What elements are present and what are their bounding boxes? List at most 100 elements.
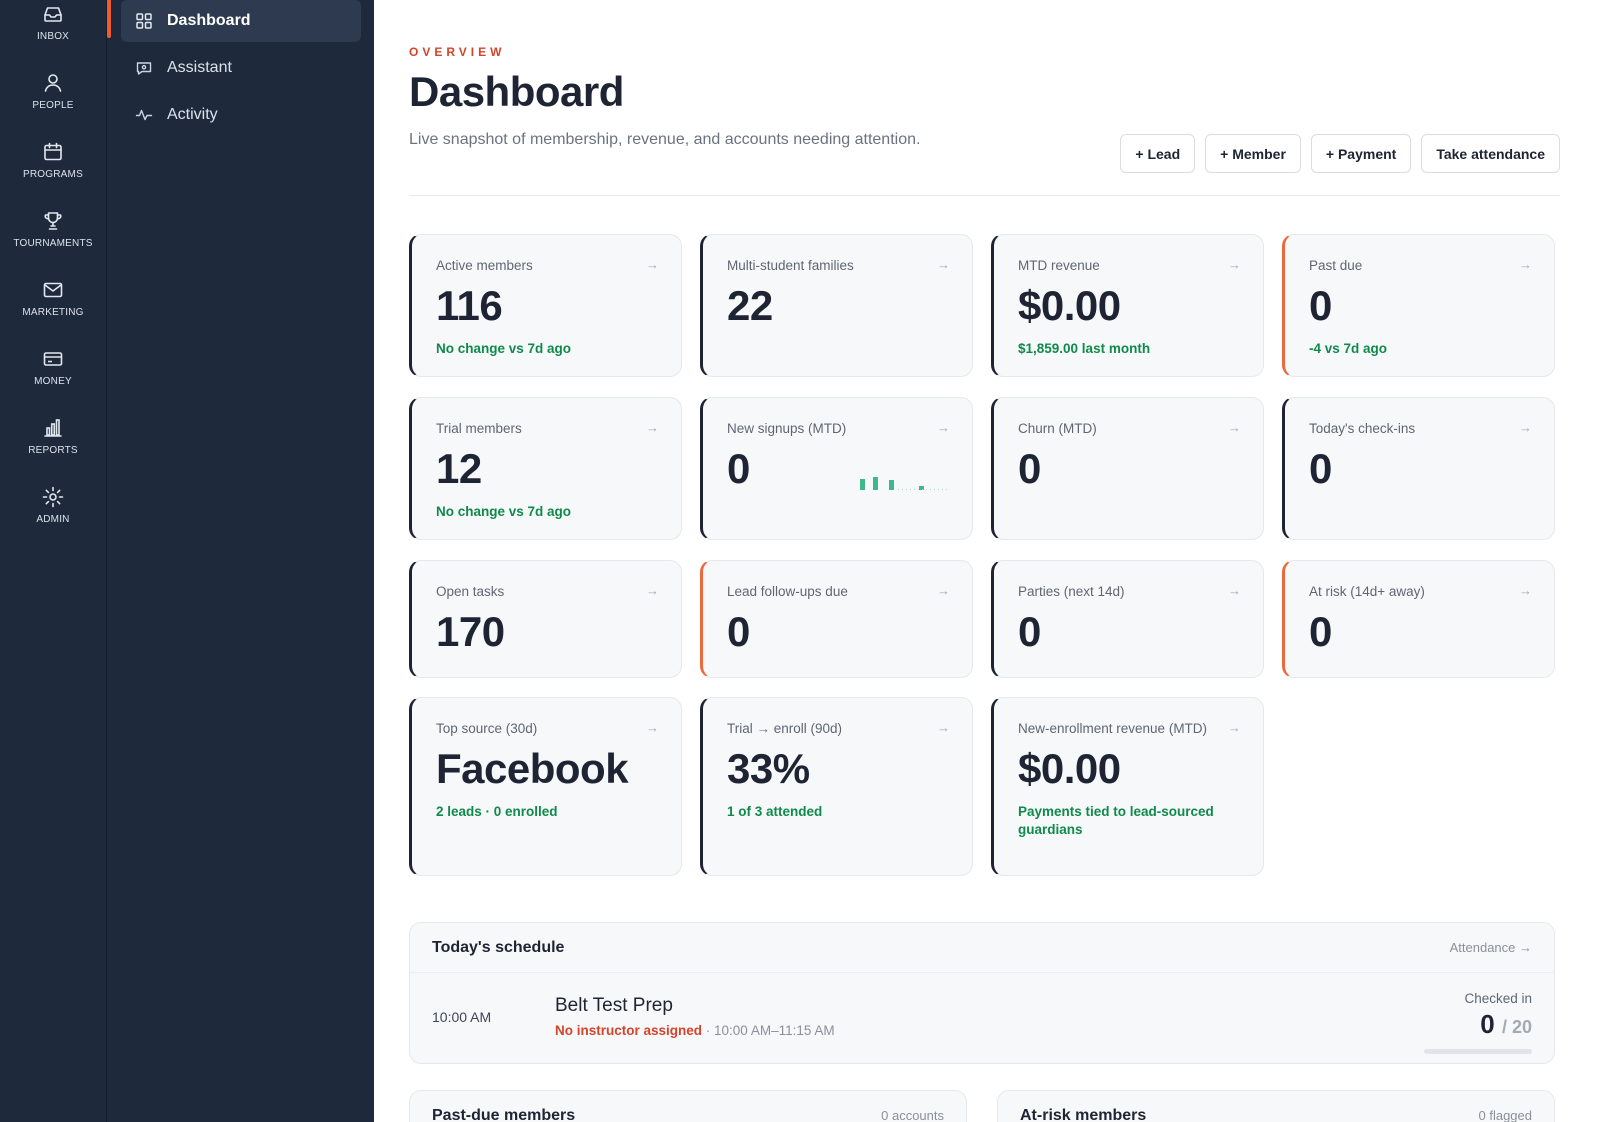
credit-card-icon	[43, 351, 63, 366]
stat-card-multi-student-families[interactable]: Multi-student families → 22	[700, 234, 973, 377]
stat-label: Churn (MTD)	[1018, 421, 1097, 436]
add-payment-button[interactable]: + Payment	[1310, 134, 1412, 173]
arrow-right-icon: →	[1228, 257, 1241, 272]
quick-actions: + Lead + Member + Payment Take attendanc…	[1120, 134, 1560, 173]
rail-item-programs[interactable]: PROGRAMS	[0, 125, 106, 194]
stat-label: Trial → enroll (90d)	[727, 721, 843, 736]
stat-card-top-source[interactable]: Top source (30d) → Facebook 2 leads · 0 …	[409, 697, 682, 876]
stat-value: Facebook	[436, 745, 629, 792]
checked-in-label: Checked in	[1464, 991, 1532, 1006]
stat-card-trial-enroll[interactable]: Trial → enroll (90d) → 33% 1 of 3 attend…	[700, 697, 973, 876]
panel-header: Past-due members 0 accounts	[410, 1091, 966, 1122]
arrow-right-icon: →	[646, 583, 659, 598]
checked-in-count: 0 / 20	[1480, 1009, 1532, 1040]
header-divider	[409, 195, 1560, 196]
rail-label: ADMIN	[36, 513, 70, 525]
stat-card-active-members[interactable]: Active members → 116 No change vs 7d ago	[409, 234, 682, 377]
stat-card-at-risk[interactable]: At risk (14d+ away) → 0	[1282, 560, 1555, 678]
rail-label: TOURNAMENTS	[13, 237, 93, 249]
todays-schedule-panel: Today's schedule Attendance → 10:00 AM B…	[409, 922, 1555, 1064]
arrow-right-icon: →	[646, 257, 659, 272]
checked-in-progress	[1424, 1049, 1532, 1054]
stat-value: 116	[436, 282, 503, 329]
rail-item-marketing[interactable]: MARKETING	[0, 263, 106, 332]
stat-card-lead-follow-ups[interactable]: Lead follow-ups due → 0	[700, 560, 973, 678]
arrow-right-icon: →	[646, 720, 659, 735]
app-root: INBOX PEOPLE PROGRAMS TOURNAMENTS MARKET…	[0, 0, 1600, 1122]
arrow-right-icon: →	[1228, 420, 1241, 435]
arrow-right-icon: →	[1519, 583, 1532, 598]
attendance-link[interactable]: Attendance →	[1450, 940, 1532, 955]
pulse-icon	[135, 109, 153, 121]
nav-item-assistant[interactable]: Assistant	[121, 47, 361, 89]
bar-chart-icon	[44, 418, 62, 437]
rail-label: MARKETING	[22, 306, 84, 318]
nav-item-dashboard[interactable]: Dashboard	[121, 0, 361, 42]
grid-icon	[136, 13, 152, 29]
stat-value: $0.00	[1018, 745, 1121, 792]
stat-note: No change vs 7d ago	[436, 341, 572, 356]
stat-card-trial-members[interactable]: Trial members → 12 No change vs 7d ago	[409, 397, 682, 540]
rail-item-tournaments[interactable]: TOURNAMENTS	[0, 194, 106, 263]
icon-rail: INBOX PEOPLE PROGRAMS TOURNAMENTS MARKET…	[0, 0, 107, 1122]
checked-in-total: / 20	[1501, 1017, 1532, 1037]
stat-label: New-enrollment revenue (MTD)	[1018, 721, 1208, 736]
stat-label: Top source (30d)	[436, 721, 538, 736]
checked-in-value: 0	[1480, 1009, 1495, 1039]
stat-card-new-enrollment-revenue[interactable]: New-enrollment revenue (MTD) → $0.00 Pay…	[991, 697, 1264, 876]
rail-item-admin[interactable]: ADMIN	[0, 470, 106, 539]
add-lead-button[interactable]: + Lead	[1120, 134, 1196, 173]
class-meta: No instructor assigned · 10:00 AM–11:15 …	[555, 1023, 835, 1038]
stat-label: MTD revenue	[1018, 258, 1100, 273]
eyebrow: OVERVIEW	[409, 45, 506, 59]
arrow-right-icon: →	[937, 257, 950, 272]
stat-note: 2 leads · 0 enrolled	[436, 804, 558, 819]
class-time: 10:00 AM	[432, 1009, 492, 1025]
trophy-icon	[44, 211, 62, 230]
schedule-row[interactable]: 10:00 AM Belt Test Prep No instructor as…	[410, 973, 1554, 1063]
calendar-icon	[44, 142, 62, 160]
signups-sparkline	[860, 477, 948, 490]
stat-card-open-tasks[interactable]: Open tasks → 170	[409, 560, 682, 678]
rail-label: REPORTS	[28, 444, 78, 456]
stat-card-todays-checkins[interactable]: Today's check-ins → 0	[1282, 397, 1555, 540]
arrow-right-icon: →	[1228, 583, 1241, 598]
arrow-right-icon: →	[937, 420, 950, 435]
stat-card-new-signups[interactable]: New signups (MTD) → 0	[700, 397, 973, 540]
stat-value: 0	[1309, 608, 1332, 655]
rail-item-inbox[interactable]: INBOX	[0, 0, 106, 56]
at-risk-count: 0 flagged	[1478, 1108, 1533, 1122]
take-attendance-button[interactable]: Take attendance	[1421, 134, 1560, 173]
rail-item-reports[interactable]: REPORTS	[0, 401, 106, 470]
stat-note: No change vs 7d ago	[436, 504, 572, 519]
arrow-right-icon: →	[937, 720, 950, 735]
nav-item-activity[interactable]: Activity	[121, 94, 361, 136]
arrow-right-icon: →	[1519, 257, 1532, 272]
stat-card-past-due[interactable]: Past due → 0 -4 vs 7d ago	[1282, 234, 1555, 377]
panel-header: At-risk members 0 flagged	[998, 1091, 1554, 1122]
stat-value: 12	[436, 445, 482, 492]
stat-note: -4 vs 7d ago	[1309, 341, 1388, 356]
stat-card-parties[interactable]: Parties (next 14d) → 0	[991, 560, 1264, 678]
stat-label: Today's check-ins	[1309, 421, 1416, 436]
stat-value: 0	[1309, 282, 1332, 329]
stat-card-churn[interactable]: Churn (MTD) → 0	[991, 397, 1264, 540]
stat-label: Active members	[436, 258, 533, 273]
panel-title: Today's schedule	[432, 938, 565, 956]
rail-label: MONEY	[34, 375, 72, 387]
past-due-count: 0 accounts	[881, 1108, 944, 1122]
stat-card-mtd-revenue[interactable]: MTD revenue → $0.00 $1,859.00 last month	[991, 234, 1264, 377]
rail-item-money[interactable]: MONEY	[0, 332, 106, 401]
stat-note: $1,859.00 last month	[1018, 341, 1151, 356]
page-title: Dashboard	[409, 68, 624, 115]
stat-label: Parties (next 14d)	[1018, 584, 1125, 599]
stat-value: 170	[436, 608, 505, 655]
main-content: OVERVIEW Dashboard Live snapshot of memb…	[374, 0, 1600, 1122]
arrow-right-icon: →	[937, 583, 950, 598]
stat-note: 1 of 3 attended	[727, 804, 823, 819]
panel-title: At-risk members	[1020, 1106, 1147, 1122]
stat-value: 0	[1018, 608, 1041, 655]
add-member-button[interactable]: + Member	[1205, 134, 1301, 173]
rail-item-people[interactable]: PEOPLE	[0, 56, 106, 125]
active-indicator	[107, 0, 111, 38]
